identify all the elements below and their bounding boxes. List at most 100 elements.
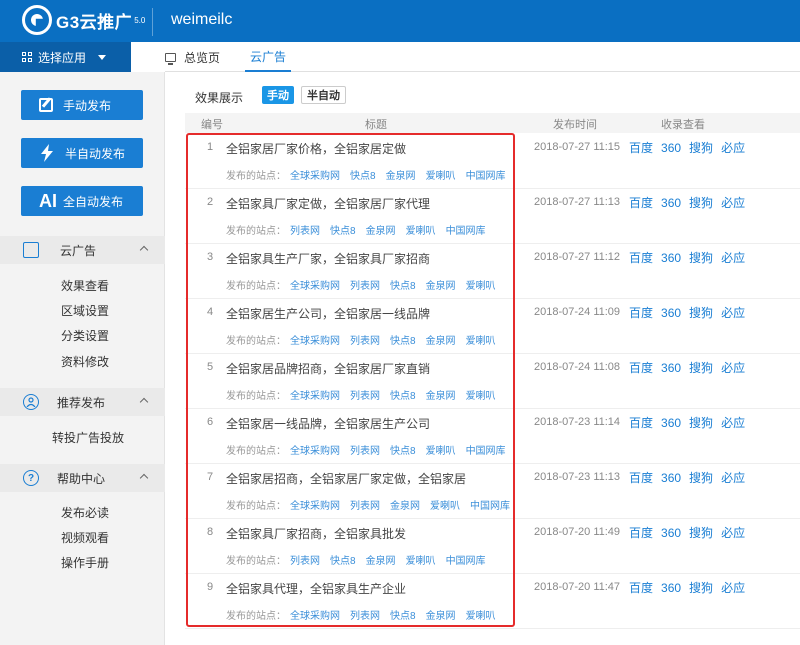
engine-link[interactable]: 搜狗 xyxy=(689,471,713,485)
engine-link[interactable]: 百度 xyxy=(629,581,653,595)
engine-link[interactable]: 搜狗 xyxy=(689,196,713,210)
engine-link[interactable]: 搜狗 xyxy=(689,306,713,320)
site-link[interactable]: 中国网库 xyxy=(466,171,506,182)
site-link[interactable]: 快点8 xyxy=(390,336,416,347)
engine-link[interactable]: 百度 xyxy=(629,196,653,210)
row-title-link[interactable]: 全铝家具厂家定做，全铝家居厂家代理 xyxy=(226,195,430,212)
site-link[interactable]: 中国网库 xyxy=(466,446,506,457)
site-link[interactable]: 全球采购网 xyxy=(290,501,340,512)
site-link[interactable]: 列表网 xyxy=(350,391,380,402)
site-link[interactable]: 全球采购网 xyxy=(290,171,340,182)
engine-link[interactable]: 360 xyxy=(661,196,681,210)
site-link[interactable]: 金泉网 xyxy=(426,281,456,292)
semi-auto-mode-button[interactable]: 半自动 xyxy=(301,86,346,104)
engine-link[interactable]: 搜狗 xyxy=(689,526,713,540)
site-link[interactable]: 快点8 xyxy=(330,556,356,567)
site-link[interactable]: 全球采购网 xyxy=(290,336,340,347)
sidebar-item-region-settings[interactable]: 区域设置 xyxy=(61,302,109,319)
site-link[interactable]: 快点8 xyxy=(390,446,416,457)
site-link[interactable]: 金泉网 xyxy=(366,556,396,567)
site-link[interactable]: 列表网 xyxy=(350,446,380,457)
site-link[interactable]: 金泉网 xyxy=(426,391,456,402)
site-link[interactable]: 全球采购网 xyxy=(290,611,340,622)
engine-link[interactable]: 必应 xyxy=(721,471,745,485)
engine-link[interactable]: 必应 xyxy=(721,416,745,430)
site-link[interactable]: 金泉网 xyxy=(390,501,420,512)
row-title-link[interactable]: 全铝家居招商，全铝家居厂家定做，全铝家居 xyxy=(226,470,466,487)
site-link[interactable]: 金泉网 xyxy=(426,336,456,347)
site-link[interactable]: 爱喇叭 xyxy=(466,611,496,622)
site-link[interactable]: 中国网库 xyxy=(446,226,486,237)
row-title-link[interactable]: 全铝家居一线品牌，全铝家居生产公司 xyxy=(226,415,430,432)
manual-publish-button[interactable]: 手动发布 xyxy=(21,90,143,120)
sidebar-item-manual[interactable]: 操作手册 xyxy=(61,554,109,571)
full-auto-publish-button[interactable]: AI 全自动发布 xyxy=(21,186,143,216)
engine-link[interactable]: 360 xyxy=(661,361,681,375)
site-link[interactable]: 爱喇叭 xyxy=(426,446,456,457)
tab-cloud-ads[interactable]: 云广告 xyxy=(245,42,292,72)
sidebar-item-category-settings[interactable]: 分类设置 xyxy=(61,327,109,344)
site-link[interactable]: 全球采购网 xyxy=(290,446,340,457)
site-link[interactable]: 金泉网 xyxy=(366,226,396,237)
row-title-link[interactable]: 全铝家居品牌招商，全铝家居厂家直销 xyxy=(226,360,430,377)
site-link[interactable]: 爱喇叭 xyxy=(406,556,436,567)
sidebar-item-profile-edit[interactable]: 资料修改 xyxy=(61,353,109,370)
sidebar-item-effect-view[interactable]: 效果查看 xyxy=(61,277,109,294)
app-selector-dropdown[interactable]: 选择应用 xyxy=(0,42,131,72)
engine-link[interactable]: 360 xyxy=(661,581,681,595)
engine-link[interactable]: 搜狗 xyxy=(689,251,713,265)
engine-link[interactable]: 百度 xyxy=(629,471,653,485)
site-link[interactable]: 金泉网 xyxy=(426,611,456,622)
row-title-link[interactable]: 全铝家居生产公司，全铝家居一线品牌 xyxy=(226,305,430,322)
site-link[interactable]: 列表网 xyxy=(350,501,380,512)
site-link[interactable]: 快点8 xyxy=(350,171,376,182)
engine-link[interactable]: 360 xyxy=(661,471,681,485)
engine-link[interactable]: 搜狗 xyxy=(689,361,713,375)
engine-link[interactable]: 百度 xyxy=(629,251,653,265)
engine-link[interactable]: 360 xyxy=(661,251,681,265)
site-link[interactable]: 列表网 xyxy=(290,556,320,567)
engine-link[interactable]: 360 xyxy=(661,416,681,430)
sidebar-item-must-read[interactable]: 发布必读 xyxy=(61,504,109,521)
manual-mode-button[interactable]: 手动 xyxy=(262,86,294,104)
row-title-link[interactable]: 全铝家具生产厂家，全铝家具厂家招商 xyxy=(226,250,430,267)
engine-link[interactable]: 必应 xyxy=(721,141,745,155)
engine-link[interactable]: 必应 xyxy=(721,361,745,375)
engine-link[interactable]: 百度 xyxy=(629,526,653,540)
engine-link[interactable]: 必应 xyxy=(721,526,745,540)
site-link[interactable]: 爱喇叭 xyxy=(426,171,456,182)
row-title-link[interactable]: 全铝家具代理，全铝家具生产企业 xyxy=(226,580,406,597)
engine-link[interactable]: 360 xyxy=(661,526,681,540)
site-link[interactable]: 列表网 xyxy=(350,336,380,347)
engine-link[interactable]: 必应 xyxy=(721,251,745,265)
site-link[interactable]: 快点8 xyxy=(390,281,416,292)
site-link[interactable]: 爱喇叭 xyxy=(430,501,460,512)
engine-link[interactable]: 搜狗 xyxy=(689,581,713,595)
site-link[interactable]: 快点8 xyxy=(390,611,416,622)
engine-link[interactable]: 百度 xyxy=(629,306,653,320)
site-link[interactable]: 列表网 xyxy=(290,226,320,237)
engine-link[interactable]: 必应 xyxy=(721,306,745,320)
engine-link[interactable]: 搜狗 xyxy=(689,141,713,155)
row-title-link[interactable]: 全铝家具厂家招商，全铝家具批发 xyxy=(226,525,406,542)
site-link[interactable]: 中国网库 xyxy=(446,556,486,567)
site-link[interactable]: 爱喇叭 xyxy=(466,281,496,292)
sidebar-section-help[interactable]: ? 帮助中心 xyxy=(0,464,165,492)
site-link[interactable]: 金泉网 xyxy=(386,171,416,182)
engine-link[interactable]: 360 xyxy=(661,306,681,320)
site-link[interactable]: 爱喇叭 xyxy=(466,391,496,402)
site-link[interactable]: 爱喇叭 xyxy=(466,336,496,347)
logo[interactable]: G3云推广 5.0 xyxy=(22,5,145,35)
site-link[interactable]: 列表网 xyxy=(350,611,380,622)
site-link[interactable]: 全球采购网 xyxy=(290,281,340,292)
sidebar-item-forward-ads[interactable]: 转投广告投放 xyxy=(52,429,124,446)
sidebar-section-cloud-ads[interactable]: 云广告 xyxy=(0,236,165,264)
tab-overview[interactable]: 总览页 xyxy=(165,42,220,72)
engine-link[interactable]: 360 xyxy=(661,141,681,155)
site-link[interactable]: 全球采购网 xyxy=(290,391,340,402)
site-link[interactable]: 列表网 xyxy=(350,281,380,292)
sidebar-section-recommend[interactable]: 推荐发布 xyxy=(0,388,165,416)
engine-link[interactable]: 必应 xyxy=(721,196,745,210)
site-link[interactable]: 爱喇叭 xyxy=(406,226,436,237)
semi-auto-publish-button[interactable]: 半自动发布 xyxy=(21,138,143,168)
